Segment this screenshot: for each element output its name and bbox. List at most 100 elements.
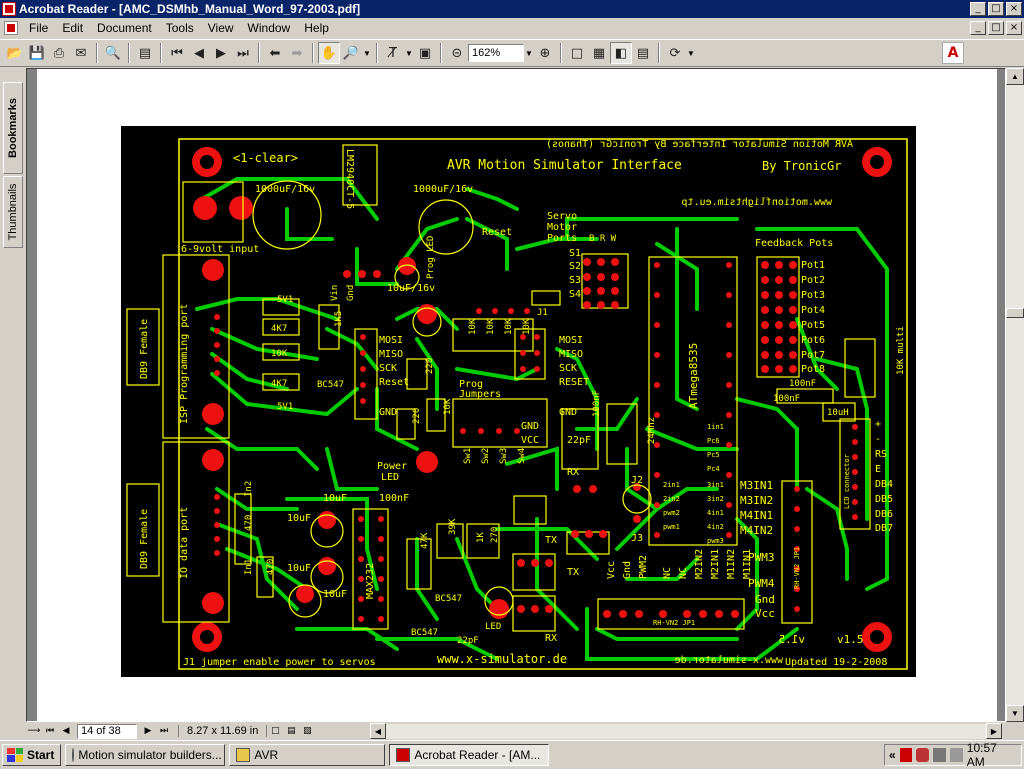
pcb-xsim-mirror: www.x-simulator.de	[675, 655, 783, 666]
text-select-tool-icon[interactable]: T̸	[382, 42, 404, 64]
pcb-jp1: RH-VN2 JP1	[793, 547, 801, 589]
network-icon[interactable]	[933, 748, 946, 762]
pdf-page: AVR Motion Simulator Interface By Tronic…	[37, 69, 997, 721]
previous-page-icon[interactable]: ◀	[188, 42, 210, 64]
pcb-r47k: 47K	[420, 532, 430, 549]
first-page-icon[interactable]: ⏮	[166, 42, 188, 64]
vertical-scroll-thumb[interactable]	[1006, 308, 1024, 318]
pcb-lcd-2: -	[875, 434, 881, 445]
status-last-page-icon[interactable]: ⏭	[156, 724, 172, 738]
zoom-out-icon[interactable]: ⊝	[446, 42, 468, 64]
pcb-mcu: ATmega8535	[687, 343, 700, 409]
fit-width-icon[interactable]: ◧	[610, 42, 632, 64]
window-title-bar[interactable]: Acrobat Reader - [AMC_DSMhb_Manual_Word_…	[0, 0, 1024, 18]
menu-edit[interactable]: Edit	[55, 18, 90, 38]
zoom-in-tool-icon[interactable]: 🔎	[340, 42, 362, 64]
scroll-left-button[interactable]: ◀	[370, 723, 386, 739]
fit-visible-icon[interactable]: ▤	[632, 42, 654, 64]
single-page-layout-icon[interactable]: □	[267, 724, 283, 738]
minimize-button[interactable]: _	[970, 2, 986, 16]
ati-icon[interactable]	[899, 748, 913, 762]
hand-tool-icon[interactable]: ✋	[318, 42, 340, 64]
pcb-cap-100nf-2: 100nF	[773, 394, 800, 404]
pcb-gnd-3: GND	[559, 407, 577, 418]
pcb-ver: v1.5	[837, 633, 864, 646]
nav-pane-toggle-icon[interactable]: ⟶	[26, 724, 42, 738]
pcb-input: 6-9volt input	[181, 244, 259, 255]
snapshot-tool-icon[interactable]: ▣	[414, 42, 436, 64]
document-icon[interactable]	[4, 21, 18, 35]
pcb-sw-2: Sw2	[481, 448, 491, 464]
task-motion-simulator[interactable]: Motion simulator builders...	[65, 743, 226, 766]
acrobat-app-icon[interactable]	[2, 2, 16, 16]
security-shield-icon[interactable]	[916, 748, 930, 762]
pcb-res-2: 4K7	[271, 324, 287, 334]
doc-close-button[interactable]: ×	[1006, 21, 1022, 35]
pcb-sw-4: Sw4	[517, 448, 527, 464]
menu-help[interactable]: Help	[297, 18, 336, 38]
pcb-lcd-5: DB4	[875, 479, 893, 490]
show-hidden-icons-button[interactable]: «	[889, 748, 896, 762]
vertical-scrollbar[interactable]: ▲ ▼	[1006, 68, 1024, 722]
menu-view[interactable]: View	[201, 18, 241, 38]
menu-window[interactable]: Window	[241, 18, 298, 38]
zoom-dropdown-icon[interactable]: ▼	[524, 49, 534, 58]
start-button[interactable]: Start	[2, 743, 62, 766]
maximize-button[interactable]: □	[988, 2, 1004, 16]
print-icon[interactable]: ⎙	[48, 42, 70, 64]
volume-icon[interactable]	[949, 748, 963, 762]
doc-minimize-button[interactable]: _	[970, 21, 986, 35]
close-button[interactable]: ×	[1006, 2, 1022, 16]
go-back-icon[interactable]: ⬅	[264, 42, 286, 64]
task-avr-folder[interactable]: AVR	[229, 743, 386, 766]
menu-document[interactable]: Document	[90, 18, 159, 38]
scroll-down-button[interactable]: ▼	[1006, 705, 1024, 722]
zoom-level-input[interactable]: 162%	[468, 44, 524, 62]
pcb-isp: ISP Programming port	[179, 304, 190, 424]
continuous-facing-layout-icon[interactable]: ▧	[299, 724, 315, 738]
zoom-tool-dropdown-icon[interactable]: ▼	[362, 49, 372, 58]
open-icon[interactable]: 📂	[4, 42, 26, 64]
find-icon[interactable]: 🔍	[102, 42, 124, 64]
pcb-pot-7: Pot7	[801, 350, 825, 361]
scroll-right-button[interactable]: ▶	[986, 723, 1002, 739]
pcb-url-mirrored: www.motionflightsim.eu.tp	[681, 197, 832, 208]
pcb-j3: J3	[631, 533, 643, 544]
pcb-xsim: www.x-simulator.de	[437, 652, 567, 666]
actual-size-icon[interactable]: □	[566, 42, 588, 64]
tab-thumbnails[interactable]: Thumbnails	[3, 176, 23, 248]
pcb-isp-sig-1: MOSI	[379, 335, 403, 346]
status-prev-page-icon[interactable]: ◀	[58, 724, 74, 738]
pcb-min-5: 2in1	[663, 481, 680, 489]
rotate-view-icon[interactable]: ⟳	[664, 42, 686, 64]
text-select-dropdown-icon[interactable]: ▼	[404, 49, 414, 58]
scroll-up-button[interactable]: ▲	[1006, 68, 1024, 85]
document-view[interactable]: AVR Motion Simulator Interface By Tronic…	[26, 68, 1006, 722]
doc-restore-button[interactable]: □	[988, 21, 1004, 35]
horizontal-scrollbar[interactable]: ◀ ▶	[370, 723, 1002, 739]
email-icon[interactable]: ✉	[70, 42, 92, 64]
status-next-page-icon[interactable]: ▶	[140, 724, 156, 738]
pcb-gnd: Gnd	[346, 285, 356, 301]
continuous-layout-icon[interactable]: ▤	[283, 724, 299, 738]
pcb-jr-2: 10K	[486, 318, 496, 335]
adobe-logo-icon[interactable]: A	[942, 42, 964, 64]
last-page-icon[interactable]: ⏭	[232, 42, 254, 64]
save-icon[interactable]: 💾	[26, 42, 48, 64]
show-navigation-pane-icon[interactable]: ▤	[134, 42, 156, 64]
pcb-pot-6: Pot6	[801, 335, 825, 346]
fit-page-icon[interactable]: ▦	[588, 42, 610, 64]
clock[interactable]: 10:57 AM	[967, 741, 1013, 769]
tab-bookmarks[interactable]: Bookmarks	[3, 82, 23, 174]
menu-file[interactable]: File	[22, 18, 55, 38]
pcb-cap-100nf-3: 100nF	[592, 390, 602, 417]
pcb-clear: <1-clear>	[233, 151, 298, 165]
go-forward-icon[interactable]: ➡	[286, 42, 308, 64]
page-number-field[interactable]: 14 of 38	[77, 723, 137, 739]
menu-tools[interactable]: Tools	[159, 18, 201, 38]
next-page-icon[interactable]: ▶	[210, 42, 232, 64]
task-acrobat-reader[interactable]: Acrobat Reader - [AM...	[389, 743, 550, 766]
status-first-page-icon[interactable]: ⏮	[42, 724, 58, 738]
zoom-in-icon[interactable]: ⊕	[534, 42, 556, 64]
rotate-dropdown-icon[interactable]: ▼	[686, 49, 696, 58]
